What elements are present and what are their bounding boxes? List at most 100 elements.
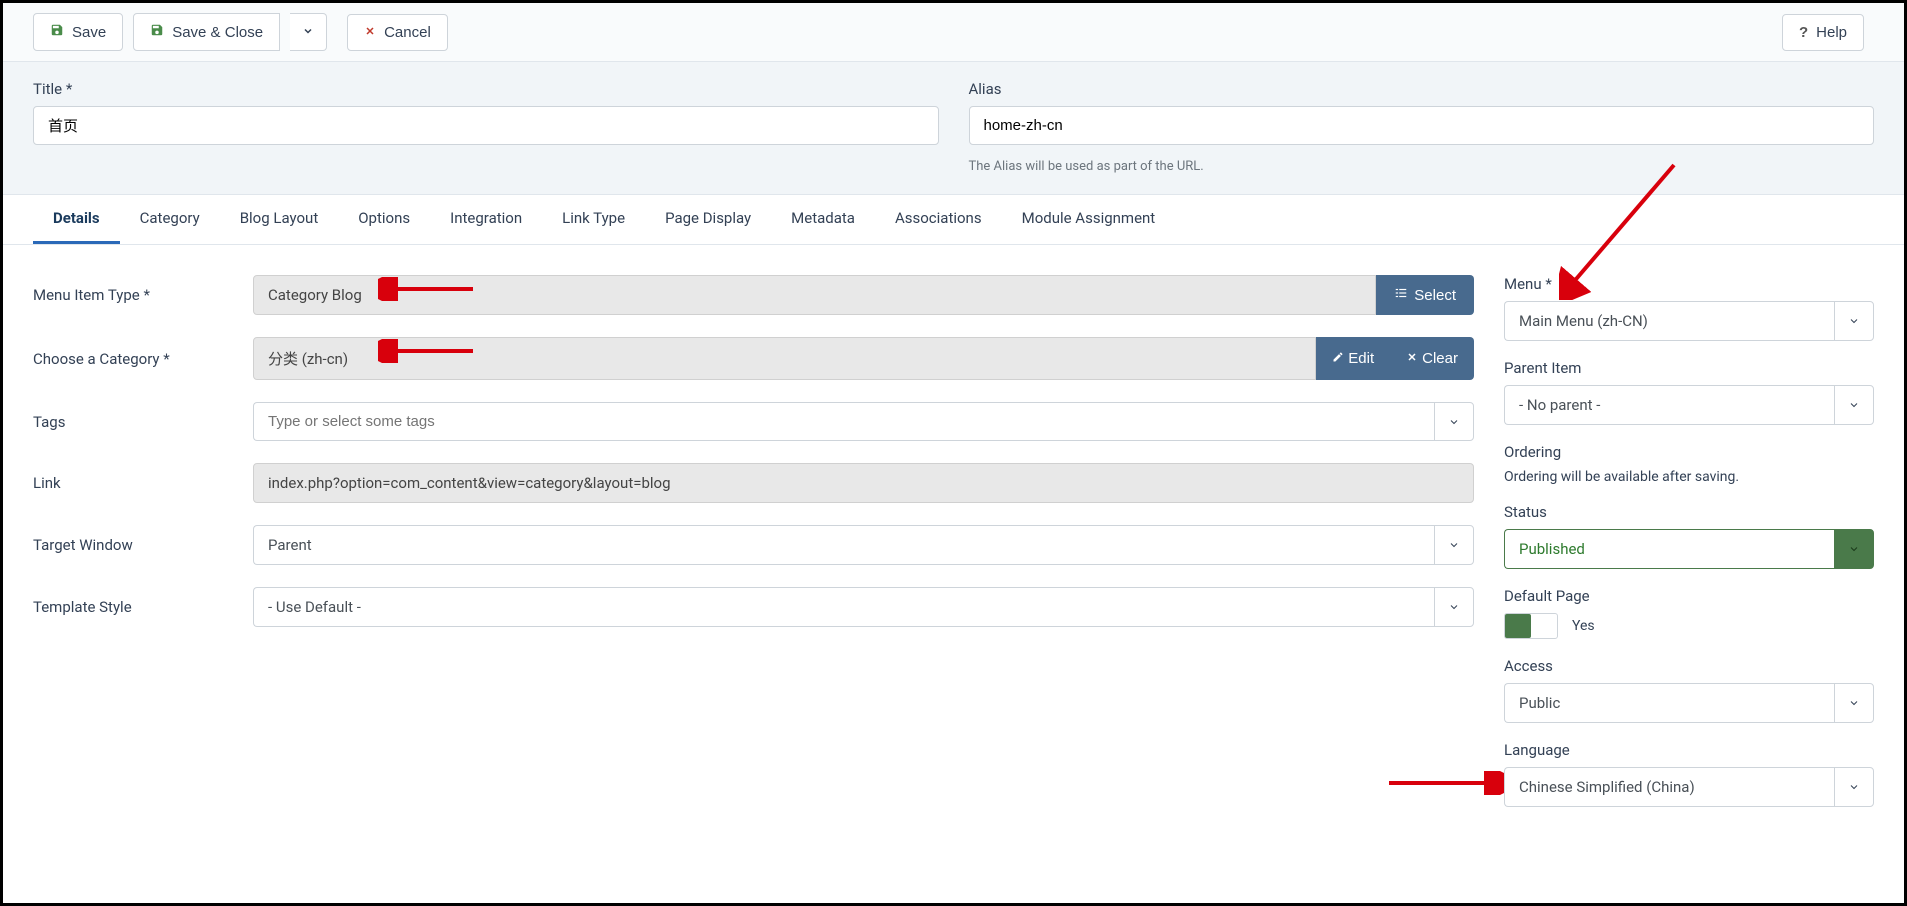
menu-select: Main Menu (zh-CN) — [1504, 301, 1874, 341]
alias-input[interactable] — [969, 106, 1875, 145]
alias-field: Alias The Alias will be used as part of … — [969, 80, 1875, 174]
template-style-caret[interactable] — [1434, 587, 1474, 627]
menu-item-type-label: Menu Item Type * — [33, 286, 233, 304]
tab-blog-layout[interactable]: Blog Layout — [220, 195, 339, 244]
chevron-down-icon — [302, 24, 314, 41]
target-window-row: Target Window Parent — [33, 525, 1474, 565]
help-button[interactable]: ? Help — [1782, 14, 1864, 51]
tags-row: Tags — [33, 402, 1474, 441]
target-window-ctrl: Parent — [253, 525, 1474, 565]
form-area: Menu Item Type * Category Blog Select Ch… — [3, 245, 1904, 837]
target-window-caret[interactable] — [1434, 525, 1474, 565]
language-caret[interactable] — [1834, 767, 1874, 807]
status-field: Status Published — [1504, 503, 1874, 569]
save-icon — [150, 23, 164, 41]
parent-item-value[interactable]: - No parent - — [1504, 385, 1834, 425]
access-label: Access — [1504, 657, 1874, 675]
ordering-text: Ordering will be available after saving. — [1504, 469, 1874, 485]
choose-category-value: 分类 (zh-cn) — [253, 337, 1316, 380]
default-page-field: Default Page Yes — [1504, 587, 1874, 639]
template-style-value[interactable]: - Use Default - — [253, 587, 1434, 627]
tab-module-assignment[interactable]: Module Assignment — [1002, 195, 1176, 244]
language-label: Language — [1504, 741, 1874, 759]
ordering-label: Ordering — [1504, 443, 1874, 461]
link-label: Link — [33, 474, 233, 492]
parent-item-field: Parent Item - No parent - — [1504, 359, 1874, 425]
default-page-toggle-row: Yes — [1504, 613, 1874, 639]
default-page-toggle[interactable] — [1504, 613, 1558, 639]
edit-label: Edit — [1348, 350, 1374, 367]
menu-item-type-value: Category Blog — [253, 275, 1376, 315]
list-icon — [1394, 286, 1408, 304]
language-select: Chinese Simplified (China) — [1504, 767, 1874, 807]
toggle-knob — [1505, 614, 1531, 638]
status-caret[interactable] — [1834, 529, 1874, 569]
menu-item-type-select-button[interactable]: Select — [1376, 275, 1474, 315]
menu-caret[interactable] — [1834, 301, 1874, 341]
cancel-label: Cancel — [384, 24, 431, 41]
language-value[interactable]: Chinese Simplified (China) — [1504, 767, 1834, 807]
tab-associations[interactable]: Associations — [875, 195, 1002, 244]
link-row: Link index.php?option=com_content&view=c… — [33, 463, 1474, 503]
close-icon — [364, 24, 376, 41]
default-page-label: Default Page — [1504, 587, 1874, 605]
save-close-label: Save & Close — [172, 24, 263, 41]
save-dropdown-button[interactable] — [290, 13, 327, 51]
menu-field: Menu * Main Menu (zh-CN) — [1504, 275, 1874, 341]
alias-helper: The Alias will be used as part of the UR… — [969, 159, 1875, 174]
tab-page-display[interactable]: Page Display — [645, 195, 771, 244]
tags-caret[interactable] — [1434, 402, 1474, 441]
status-value[interactable]: Published — [1504, 529, 1834, 569]
target-window-value[interactable]: Parent — [253, 525, 1434, 565]
form-right: Menu * Main Menu (zh-CN) Parent Item - N… — [1504, 275, 1874, 807]
status-label: Status — [1504, 503, 1874, 521]
tab-details[interactable]: Details — [33, 195, 120, 244]
alias-label: Alias — [969, 80, 1875, 98]
select-label: Select — [1414, 287, 1456, 304]
save-close-button[interactable]: Save & Close — [133, 13, 280, 51]
access-caret[interactable] — [1834, 683, 1874, 723]
title-input[interactable] — [33, 106, 939, 145]
default-page-value: Yes — [1572, 618, 1595, 634]
tab-integration[interactable]: Integration — [430, 195, 542, 244]
menu-item-type-row: Menu Item Type * Category Blog Select — [33, 275, 1474, 315]
language-field: Language Chinese Simplified (China) — [1504, 741, 1874, 807]
access-value[interactable]: Public — [1504, 683, 1834, 723]
save-button[interactable]: Save — [33, 13, 123, 51]
parent-item-caret[interactable] — [1834, 385, 1874, 425]
tags-input[interactable] — [253, 402, 1434, 441]
help-label: Help — [1816, 24, 1847, 41]
form-left: Menu Item Type * Category Blog Select Ch… — [33, 275, 1474, 807]
status-select: Published — [1504, 529, 1874, 569]
tab-category[interactable]: Category — [120, 195, 220, 244]
template-style-row: Template Style - Use Default - — [33, 587, 1474, 627]
access-select: Public — [1504, 683, 1874, 723]
tab-metadata[interactable]: Metadata — [771, 195, 875, 244]
parent-item-label: Parent Item — [1504, 359, 1874, 377]
title-label: Title * — [33, 80, 939, 98]
save-close-group: Save & Close — [133, 13, 337, 51]
template-style-label: Template Style — [33, 598, 233, 616]
toolbar: Save Save & Close Cancel ? Help — [3, 3, 1904, 62]
tab-options[interactable]: Options — [338, 195, 430, 244]
pencil-icon — [1332, 350, 1344, 367]
cancel-button[interactable]: Cancel — [347, 14, 448, 51]
target-window-label: Target Window — [33, 536, 233, 554]
tags-label: Tags — [33, 413, 233, 431]
menu-item-type-ctrl: Category Blog Select — [253, 275, 1474, 315]
tab-link-type[interactable]: Link Type — [542, 195, 645, 244]
save-icon — [50, 23, 64, 41]
help-icon: ? — [1799, 24, 1808, 41]
parent-item-select: - No parent - — [1504, 385, 1874, 425]
clear-label: Clear — [1422, 350, 1458, 367]
title-row: Title * Alias The Alias will be used as … — [3, 62, 1904, 195]
edit-button[interactable]: Edit — [1316, 337, 1390, 380]
link-ctrl: index.php?option=com_content&view=catego… — [253, 463, 1474, 503]
link-value: index.php?option=com_content&view=catego… — [253, 463, 1474, 503]
menu-label: Menu * — [1504, 275, 1874, 293]
x-icon — [1406, 350, 1418, 367]
clear-button[interactable]: Clear — [1390, 337, 1474, 380]
save-label: Save — [72, 24, 106, 41]
menu-value[interactable]: Main Menu (zh-CN) — [1504, 301, 1834, 341]
tags-ctrl — [253, 402, 1474, 441]
